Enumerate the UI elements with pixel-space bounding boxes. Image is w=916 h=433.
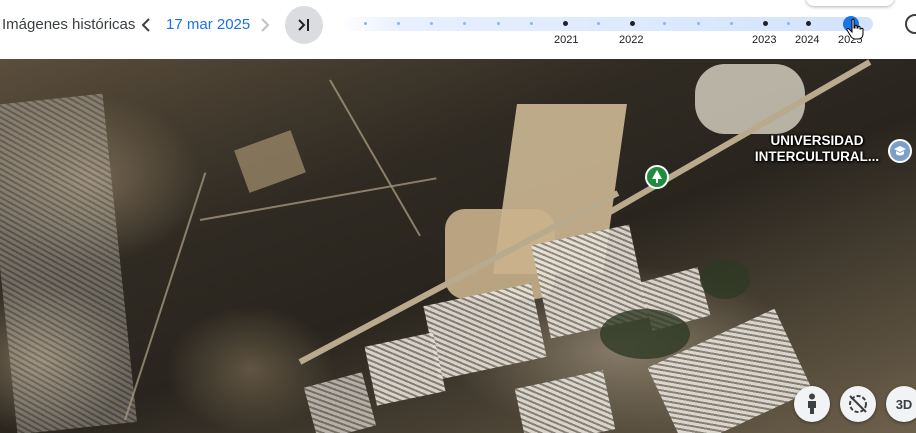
latest-imagery-button[interactable] xyxy=(285,6,323,44)
timeline-dot[interactable] xyxy=(787,22,790,25)
timeline-dot-2021[interactable] xyxy=(563,21,568,26)
year-label: 2024 xyxy=(795,34,820,46)
year-label: 2023 xyxy=(752,34,777,46)
road xyxy=(124,172,207,421)
timeline-dot-2022[interactable] xyxy=(630,21,635,26)
previous-date-button[interactable] xyxy=(138,14,154,36)
tree-icon xyxy=(652,170,662,183)
housing-block xyxy=(303,372,377,433)
3d-label: 3D xyxy=(895,396,913,412)
housing-block xyxy=(364,332,446,406)
path xyxy=(329,79,421,237)
timeline-dot-2023[interactable] xyxy=(763,21,768,26)
vegetation xyxy=(700,259,750,299)
graduation-cap-icon xyxy=(894,146,906,156)
university-label-line1: UNIVERSIDAD xyxy=(770,133,864,148)
quarry-area xyxy=(695,64,805,134)
timeline-dot[interactable] xyxy=(364,22,367,25)
compass-button[interactable] xyxy=(840,386,876,422)
vegetation xyxy=(600,309,690,359)
housing-block xyxy=(423,283,547,380)
current-date[interactable]: 17 mar 2025 xyxy=(166,16,250,33)
year-label: 2021 xyxy=(554,34,579,46)
satellite-map[interactable]: UNIVERSIDAD INTERCULTURAL... 3D xyxy=(0,59,916,433)
timeline-slider[interactable] xyxy=(340,17,873,31)
timeline-dot[interactable] xyxy=(697,22,700,25)
timeline-dot[interactable] xyxy=(730,22,733,25)
timeline-dot[interactable] xyxy=(463,22,466,25)
chevron-left-icon xyxy=(141,18,150,32)
page-title: Imágenes históricas xyxy=(2,16,136,33)
university-label[interactable]: UNIVERSIDAD INTERCULTURAL... xyxy=(748,133,886,165)
hand-cursor-icon xyxy=(846,18,864,40)
housing-block xyxy=(514,370,616,433)
year-label: 2022 xyxy=(619,34,644,46)
field-area xyxy=(234,130,306,193)
path xyxy=(199,177,437,221)
chevron-right-icon xyxy=(261,18,270,32)
pegman-icon xyxy=(808,393,816,414)
timeline-dot[interactable] xyxy=(597,22,600,25)
timeline-dot[interactable] xyxy=(497,22,500,25)
timeline-dot[interactable] xyxy=(530,22,533,25)
date-tooltip xyxy=(806,0,894,6)
university-marker[interactable] xyxy=(888,139,912,163)
timeline-dot[interactable] xyxy=(397,22,400,25)
compass-off-icon xyxy=(849,395,867,413)
historical-imagery-bar: Imágenes históricas 17 mar 2025 2021 202… xyxy=(0,0,916,59)
timeline-dot-2024[interactable] xyxy=(806,21,811,26)
3d-view-button[interactable]: 3D xyxy=(886,386,916,422)
layers-icon[interactable] xyxy=(905,14,916,34)
timeline-dot[interactable] xyxy=(663,22,666,25)
town-area xyxy=(0,93,137,433)
timeline-dot[interactable] xyxy=(430,22,433,25)
street-view-button[interactable] xyxy=(794,386,830,422)
next-date-button[interactable] xyxy=(257,14,273,36)
university-label-line2: INTERCULTURAL... xyxy=(754,149,880,164)
park-marker[interactable] xyxy=(645,165,669,189)
skip-to-latest-icon xyxy=(298,19,309,31)
